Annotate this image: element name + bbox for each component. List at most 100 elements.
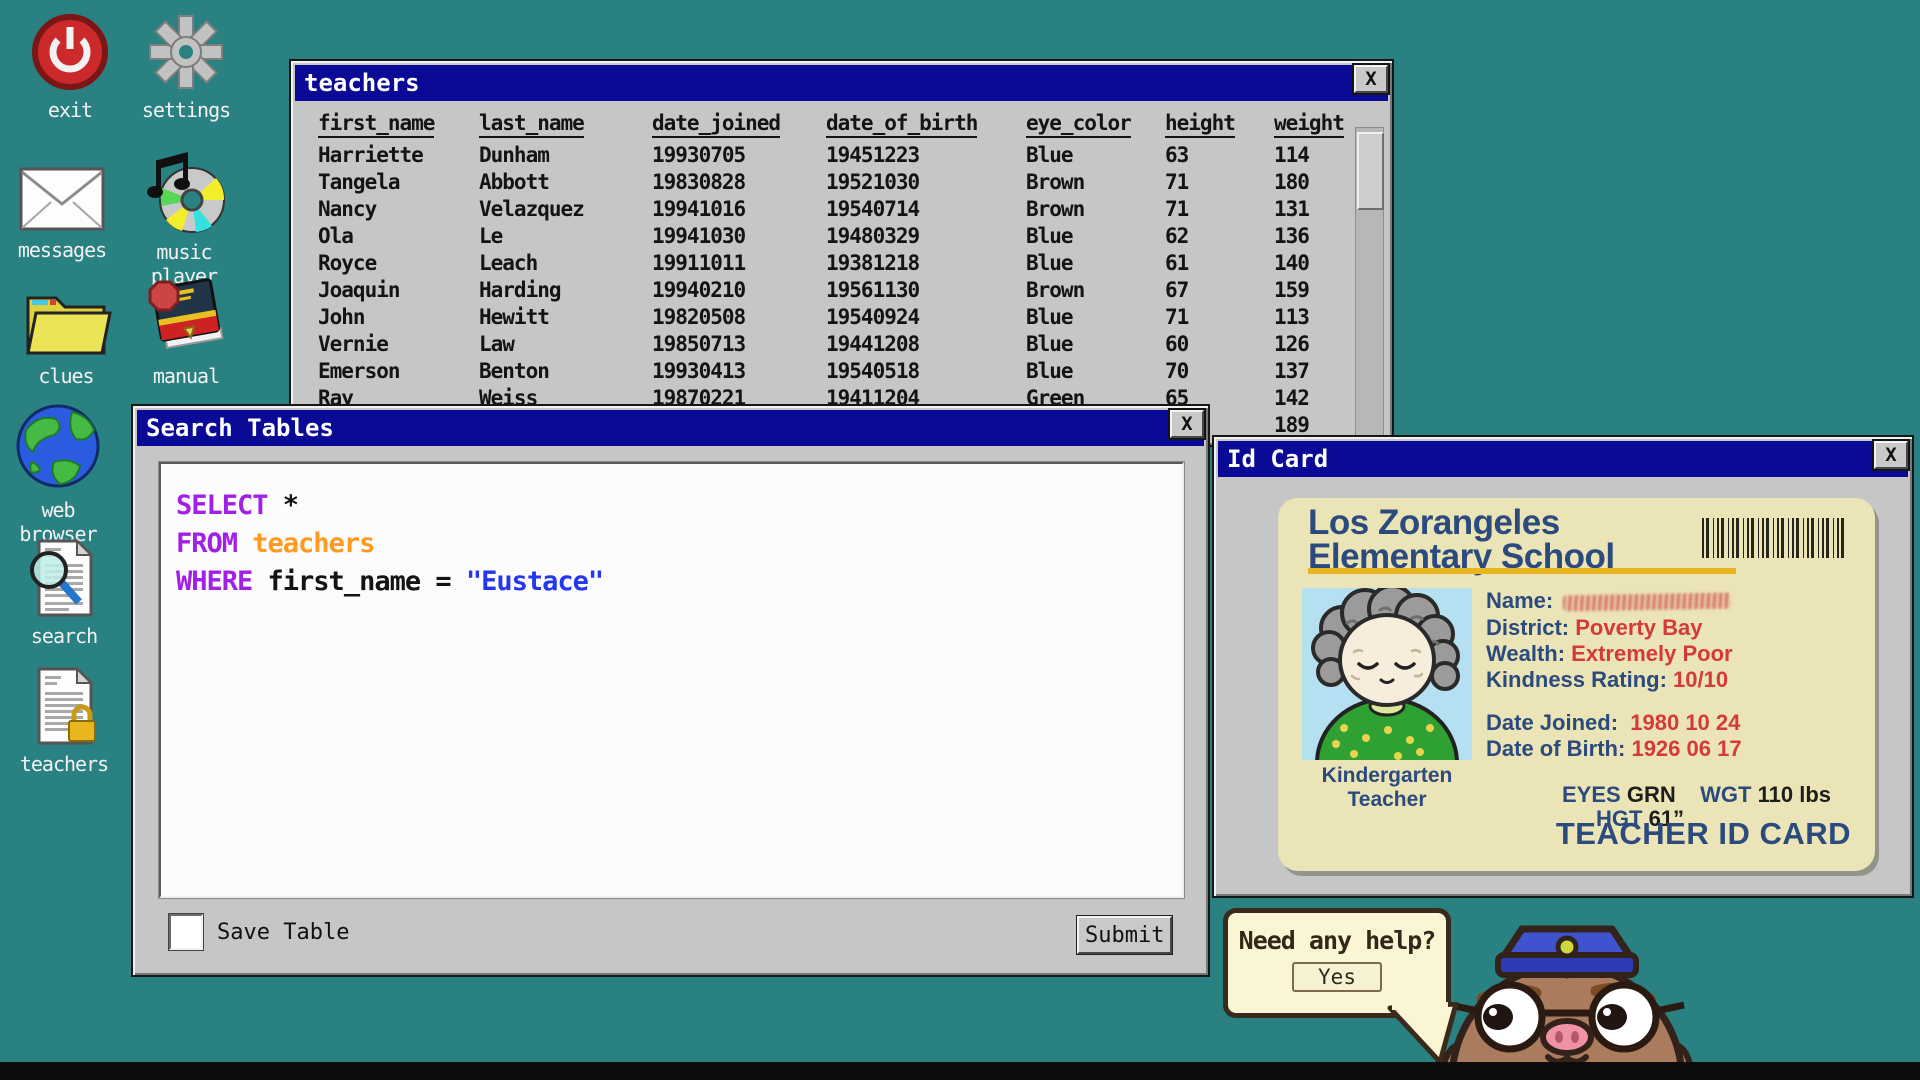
desktop-icon-search[interactable]: search	[4, 538, 124, 648]
table-cell: 60	[1165, 332, 1274, 356]
table-row[interactable]: HarrietteDunham1993070519451223Blue63114	[291, 141, 1352, 168]
table-cell: Ola	[318, 224, 479, 248]
folder-icon	[20, 280, 112, 358]
table-row[interactable]: OlaLe1994103019480329Blue62136	[291, 222, 1352, 249]
save-table-checkbox[interactable]	[169, 914, 203, 950]
table-cell: Emerson	[318, 359, 479, 383]
granny-portrait	[1302, 588, 1472, 760]
book-icon	[140, 276, 232, 358]
icon-label: search	[4, 624, 124, 648]
table-cell: Le	[479, 224, 652, 248]
table-cell: 62	[1165, 224, 1274, 248]
vertical-scrollbar[interactable]	[1355, 127, 1384, 437]
teacher-role: Kindergarten Teacher	[1280, 764, 1494, 812]
table-cell: 19930705	[652, 143, 826, 167]
save-table-label: Save Table	[217, 920, 349, 945]
table-cell: 71	[1165, 197, 1274, 221]
date-joined-row: Date Joined: 1980 10 24	[1486, 710, 1740, 736]
card-type-label: TEACHER ID CARD	[1556, 816, 1851, 852]
school-name: Los Zorangeles Elementary School	[1308, 506, 1615, 574]
desktop-icon-web-browser[interactable]: web browser	[0, 400, 118, 546]
table-row[interactable]: EmersonBenton1993041319540518Blue70137	[291, 357, 1352, 384]
helper-character[interactable]	[1430, 925, 1710, 1069]
table-cell: 19561130	[826, 278, 1026, 302]
desktop-icon-teachers[interactable]: teachers	[4, 666, 124, 776]
icon-label: messages	[2, 238, 122, 262]
table-header: first_name last_name date_joined date_of…	[291, 111, 1352, 138]
table-cell: Blue	[1026, 359, 1165, 383]
table-cell: 61	[1165, 251, 1274, 275]
district-row: District: Poverty Bay	[1486, 615, 1702, 641]
bubble-tail	[1382, 1002, 1468, 1068]
table-cell: Law	[479, 332, 652, 356]
gold-divider	[1308, 568, 1736, 574]
column-header: last_name	[479, 111, 584, 138]
icon-label: settings	[126, 98, 246, 122]
table-cell: 19451223	[826, 143, 1026, 167]
search-tables-window: Search Tables X SELECT *FROM teachersWHE…	[131, 404, 1210, 977]
table-cell: Royce	[318, 251, 479, 275]
desktop-icon-clues[interactable]: clues	[6, 280, 126, 388]
search-close-button[interactable]: X	[1170, 410, 1204, 438]
table-cell: Benton	[479, 359, 652, 383]
table-cell: Blue	[1026, 332, 1165, 356]
desktop-icon-settings[interactable]: settings	[126, 12, 246, 122]
teachers-window: teachers X first_name last_name date_joi…	[289, 59, 1394, 447]
table-cell: 19441208	[826, 332, 1026, 356]
desktop-icon-exit[interactable]: exit	[10, 12, 130, 122]
table-cell: Blue	[1026, 143, 1165, 167]
search-titlebar[interactable]: Search Tables	[137, 410, 1204, 446]
music-cd-icon	[136, 148, 232, 234]
table-body: HarrietteDunham1993070519451223Blue63114…	[291, 141, 1352, 438]
table-cell: 19540924	[826, 305, 1026, 329]
id-card-titlebar[interactable]: Id Card	[1218, 441, 1908, 477]
table-row[interactable]: RoyceLeach1991101119381218Blue61140	[291, 249, 1352, 276]
desktop-icon-messages[interactable]: messages	[2, 166, 122, 262]
sql-query-text: SELECT *FROM teachersWHERE first_name = …	[161, 464, 1182, 604]
column-header: weight	[1274, 111, 1344, 138]
table-cell: Joaquin	[318, 278, 479, 302]
table-cell: Dunham	[479, 143, 652, 167]
table-cell: Velazquez	[479, 197, 652, 221]
query-editor[interactable]: SELECT *FROM teachersWHERE first_name = …	[159, 462, 1184, 898]
table-cell: Leach	[479, 251, 652, 275]
table-cell: Harriette	[318, 143, 479, 167]
submit-button[interactable]: Submit	[1077, 916, 1172, 954]
table-row[interactable]: VernieLaw1985071319441208Blue60126	[291, 330, 1352, 357]
sql-line: WHERE first_name = "Eustace"	[176, 566, 1182, 604]
table-cell: 19930413	[652, 359, 826, 383]
icon-label: clues	[6, 364, 126, 388]
table-cell: 19540714	[826, 197, 1026, 221]
desktop-icon-music-player[interactable]: music player	[124, 148, 244, 288]
table-cell: 19521030	[826, 170, 1026, 194]
table-row[interactable]: NancyVelazquez1994101619540714Brown71131	[291, 195, 1352, 222]
table-cell: 19911011	[652, 251, 826, 275]
wealth-row: Wealth: Extremely Poor	[1486, 641, 1733, 667]
table-cell: Blue	[1026, 251, 1165, 275]
table-row[interactable]: JoaquinHarding1994021019561130Brown67159	[291, 276, 1352, 303]
teachers-titlebar[interactable]: teachers	[295, 65, 1388, 101]
table-cell: Brown	[1026, 278, 1165, 302]
document-magnifier-icon	[21, 538, 107, 618]
scribbled-name	[1563, 593, 1731, 612]
id-card-window-title: Id Card	[1218, 445, 1328, 473]
column-header: date_joined	[652, 111, 780, 138]
table-row[interactable]: JohnHewitt1982050819540924Blue71113	[291, 303, 1352, 330]
sql-line: FROM teachers	[176, 528, 1182, 566]
table-cell: 19940210	[652, 278, 826, 302]
teachers-close-button[interactable]: X	[1354, 65, 1388, 93]
envelope-icon	[18, 166, 106, 232]
column-header: date_of_birth	[826, 111, 977, 138]
desktop-icon-manual[interactable]: manual	[126, 276, 246, 388]
table-cell: Tangela	[318, 170, 479, 194]
table-cell: 19480329	[826, 224, 1026, 248]
table-cell: 19850713	[652, 332, 826, 356]
table-row[interactable]: TangelaAbbott1983082819521030Brown71180	[291, 168, 1352, 195]
search-window-title: Search Tables	[137, 414, 334, 442]
table-cell: John	[318, 305, 479, 329]
scrollbar-thumb[interactable]	[1357, 132, 1384, 210]
teacher-photo	[1302, 588, 1472, 760]
table-cell: Harding	[479, 278, 652, 302]
help-yes-button[interactable]: Yes	[1292, 962, 1382, 992]
id-card-close-button[interactable]: X	[1874, 441, 1908, 469]
